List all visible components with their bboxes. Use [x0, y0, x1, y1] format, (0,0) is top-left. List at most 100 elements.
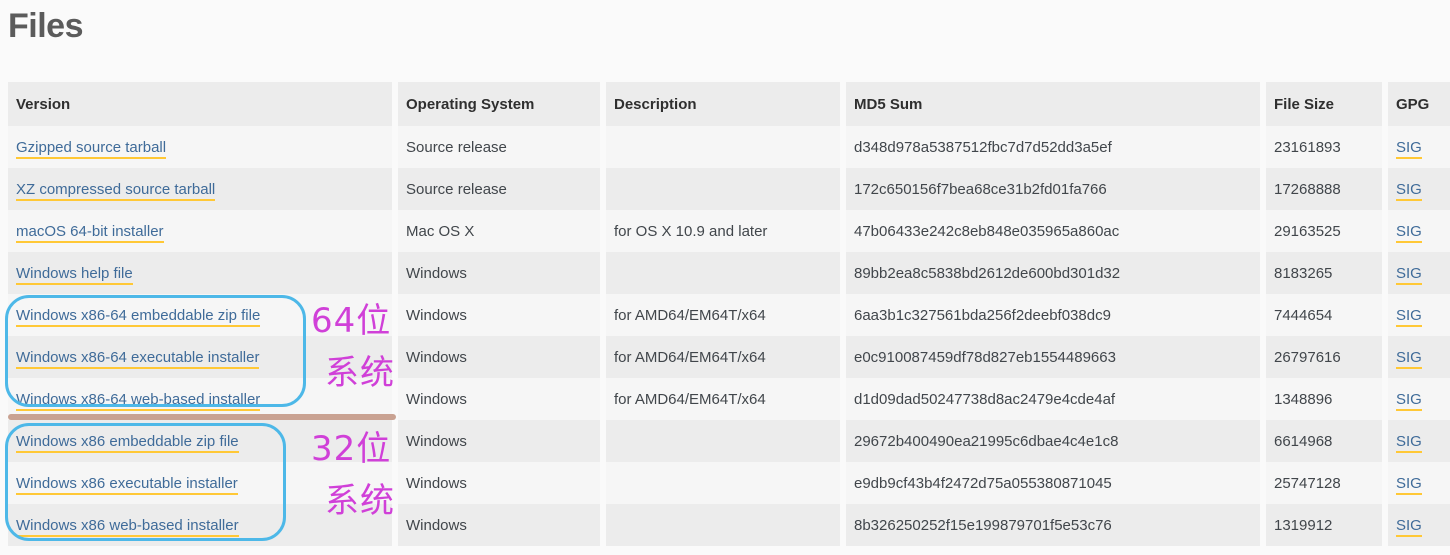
cell-gpg: SIG: [1388, 210, 1450, 252]
cell-md5-sum: e9db9cf43b4f2472d75a055380871045: [846, 462, 1266, 504]
column-header-md5: MD5 Sum: [846, 82, 1266, 126]
cell-version: Windows x86 web-based installer: [8, 504, 398, 546]
table-row: Gzipped source tarball Source release d348…: [8, 126, 1450, 168]
cell-file-size: 25747128: [1266, 462, 1388, 504]
files-table-head: Version Operating System Description MD5…: [8, 82, 1450, 126]
cell-operating-system: Source release: [398, 168, 606, 210]
column-header-description: Description: [606, 82, 846, 126]
cell-gpg: SIG: [1388, 126, 1450, 168]
cell-md5-sum: 8b326250252f15e199879701f5e53c76: [846, 504, 1266, 546]
cell-md5-sum: e0c910087459df78d827eb1554489663: [846, 336, 1266, 378]
cell-operating-system: Windows: [398, 336, 606, 378]
cell-description: [606, 462, 846, 504]
column-header-filesize: File Size: [1266, 82, 1388, 126]
gpg-signature-link[interactable]: SIG: [1396, 390, 1422, 411]
gpg-signature-link[interactable]: SIG: [1396, 516, 1422, 537]
cell-description: [606, 504, 846, 546]
cell-operating-system: Windows: [398, 378, 606, 420]
version-download-link[interactable]: Windows help file: [16, 264, 133, 285]
cell-md5-sum: 6aa3b1c327561bda256f2deebf038dc9: [846, 294, 1266, 336]
cell-operating-system: Windows: [398, 420, 606, 462]
version-download-link[interactable]: Windows x86 embeddable zip file: [16, 432, 239, 453]
cell-gpg: SIG: [1388, 252, 1450, 294]
cell-md5-sum: d348d978a5387512fbc7d7d52dd3a5ef: [846, 126, 1266, 168]
cell-file-size: 26797616: [1266, 336, 1388, 378]
cell-operating-system: Windows: [398, 294, 606, 336]
gpg-signature-link[interactable]: SIG: [1396, 138, 1422, 159]
table-row: Windows x86-64 executable installer Windo…: [8, 336, 1450, 378]
table-row: Windows x86-64 embeddable zip file Window…: [8, 294, 1450, 336]
gpg-signature-link[interactable]: SIG: [1396, 180, 1422, 201]
cell-md5-sum: 47b06433e242c8eb848e035965a860ac: [846, 210, 1266, 252]
column-header-gpg: GPG: [1388, 82, 1450, 126]
files-table: Version Operating System Description MD5…: [8, 82, 1450, 546]
version-download-link[interactable]: Windows x86-64 executable installer: [16, 348, 260, 369]
cell-file-size: 29163525: [1266, 210, 1388, 252]
table-row: Windows x86 executable installer Windows e…: [8, 462, 1450, 504]
table-row: macOS 64-bit installer Mac OS Xfor OS X 1…: [8, 210, 1450, 252]
cell-file-size: 1319912: [1266, 504, 1388, 546]
cell-description: [606, 420, 846, 462]
table-header-row: Version Operating System Description MD5…: [8, 82, 1450, 126]
cell-description: for OS X 10.9 and later: [606, 210, 846, 252]
cell-version: Windows help file: [8, 252, 398, 294]
cell-gpg: SIG: [1388, 504, 1450, 546]
cell-md5-sum: 172c650156f7bea68ce31b2fd01fa766: [846, 168, 1266, 210]
cell-operating-system: Windows: [398, 504, 606, 546]
version-download-link[interactable]: Windows x86 web-based installer: [16, 516, 239, 537]
cell-gpg: SIG: [1388, 420, 1450, 462]
cell-operating-system: Windows: [398, 462, 606, 504]
gpg-signature-link[interactable]: SIG: [1396, 222, 1422, 243]
version-download-link[interactable]: Gzipped source tarball: [16, 138, 167, 159]
gpg-signature-link[interactable]: SIG: [1396, 348, 1422, 369]
cell-gpg: SIG: [1388, 462, 1450, 504]
page-title: Files: [8, 7, 83, 45]
table-row: XZ compressed source tarball Source relea…: [8, 168, 1450, 210]
table-row: Windows x86 web-based installer Windows 8b…: [8, 504, 1450, 546]
column-header-version: Version: [8, 82, 398, 126]
gpg-signature-link[interactable]: SIG: [1396, 264, 1422, 285]
cell-gpg: SIG: [1388, 336, 1450, 378]
cell-description: for AMD64/EM64T/x64: [606, 336, 846, 378]
cell-version: Gzipped source tarball: [8, 126, 398, 168]
table-row: Windows x86 embeddable zip file Windows 29…: [8, 420, 1450, 462]
cell-description: [606, 252, 846, 294]
cell-file-size: 8183265: [1266, 252, 1388, 294]
annotation-divider-line: [8, 414, 396, 420]
cell-version: Windows x86 embeddable zip file: [8, 420, 398, 462]
cell-version: Windows x86 executable installer: [8, 462, 398, 504]
version-download-link[interactable]: macOS 64-bit installer: [16, 222, 164, 243]
files-table-container: Version Operating System Description MD5…: [8, 82, 1450, 546]
cell-version: macOS 64-bit installer: [8, 210, 398, 252]
cell-file-size: 1348896: [1266, 378, 1388, 420]
gpg-signature-link[interactable]: SIG: [1396, 474, 1422, 495]
cell-version: Windows x86-64 embeddable zip file: [8, 294, 398, 336]
gpg-signature-link[interactable]: SIG: [1396, 432, 1422, 453]
cell-description: for AMD64/EM64T/x64: [606, 294, 846, 336]
version-download-link[interactable]: Windows x86-64 embeddable zip file: [16, 306, 261, 327]
cell-operating-system: Source release: [398, 126, 606, 168]
cell-operating-system: Windows: [398, 252, 606, 294]
cell-version: XZ compressed source tarball: [8, 168, 398, 210]
cell-operating-system: Mac OS X: [398, 210, 606, 252]
cell-gpg: SIG: [1388, 294, 1450, 336]
cell-description: [606, 126, 846, 168]
version-download-link[interactable]: XZ compressed source tarball: [16, 180, 216, 201]
files-table-body: Gzipped source tarball Source release d348…: [8, 126, 1450, 546]
cell-gpg: SIG: [1388, 378, 1450, 420]
cell-description: for AMD64/EM64T/x64: [606, 378, 846, 420]
version-download-link[interactable]: Windows x86 executable installer: [16, 474, 238, 495]
cell-file-size: 6614968: [1266, 420, 1388, 462]
cell-description: [606, 168, 846, 210]
cell-file-size: 17268888: [1266, 168, 1388, 210]
cell-md5-sum: 89bb2ea8c5838bd2612de600bd301d32: [846, 252, 1266, 294]
version-download-link[interactable]: Windows x86-64 web-based installer: [16, 390, 261, 411]
table-row: Windows help file Windows 89bb2ea8c5838bd2…: [8, 252, 1450, 294]
cell-md5-sum: 29672b400490ea21995c6dbae4c4e1c8: [846, 420, 1266, 462]
column-header-os: Operating System: [398, 82, 606, 126]
gpg-signature-link[interactable]: SIG: [1396, 306, 1422, 327]
cell-gpg: SIG: [1388, 168, 1450, 210]
cell-file-size: 23161893: [1266, 126, 1388, 168]
cell-file-size: 7444654: [1266, 294, 1388, 336]
cell-version: Windows x86-64 executable installer: [8, 336, 398, 378]
